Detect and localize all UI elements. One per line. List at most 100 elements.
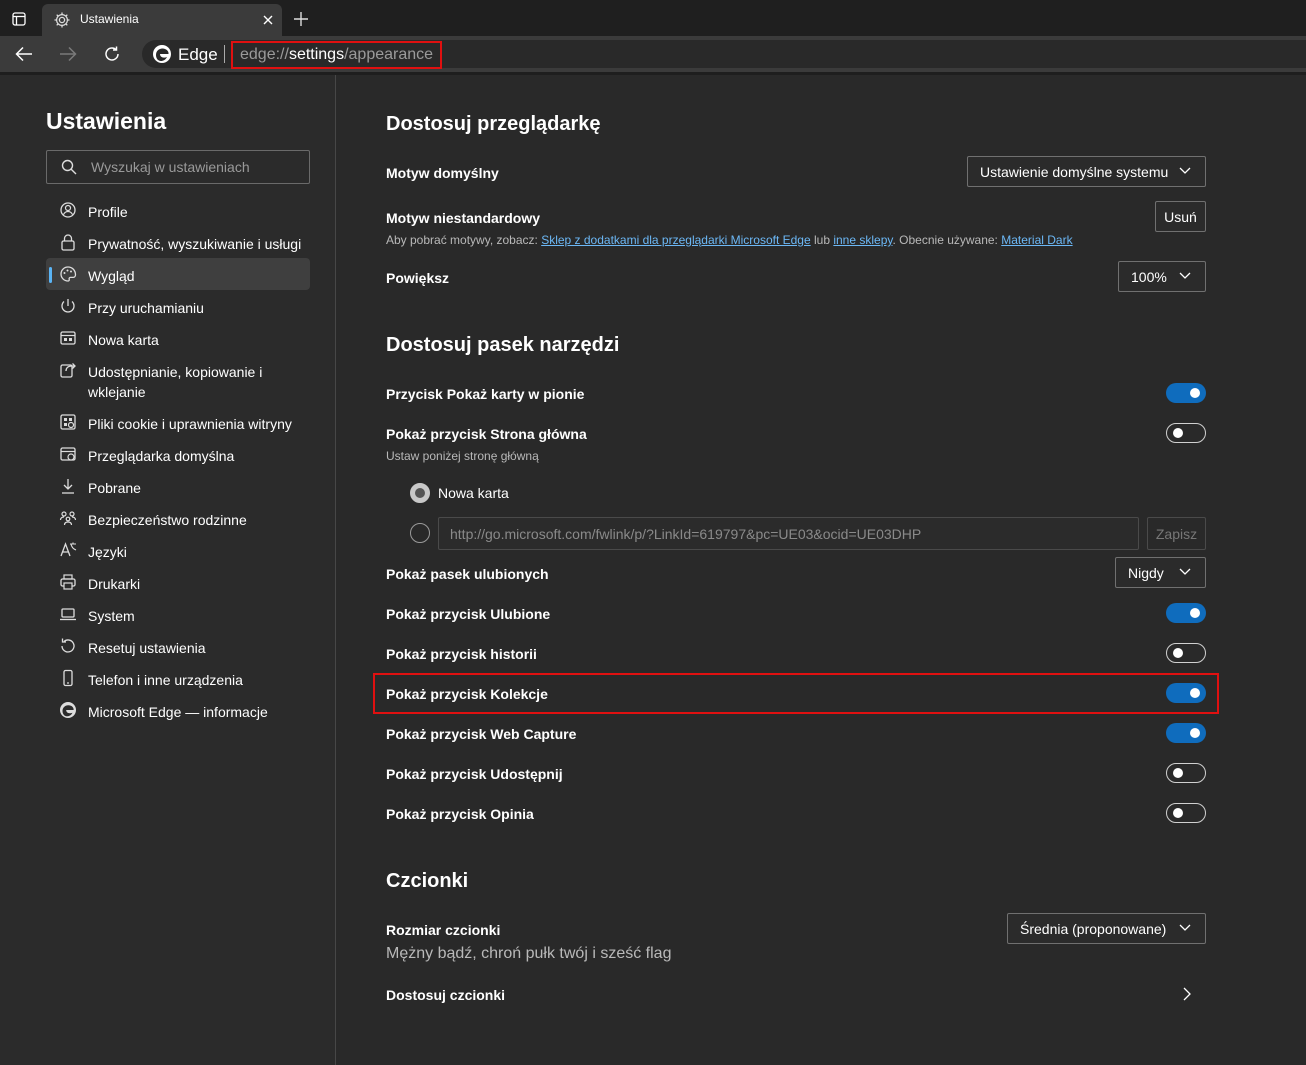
other-stores-link[interactable]: inne sklepy bbox=[833, 233, 892, 247]
sidebar-item-2[interactable]: Wygląd bbox=[46, 258, 310, 290]
url-text[interactable]: edge://settings/appearance bbox=[231, 41, 443, 69]
toggle-knob bbox=[1173, 428, 1183, 438]
sidebar-item-9[interactable]: Bezpieczeństwo rodzinne bbox=[46, 502, 310, 534]
feedback-button-toggle[interactable] bbox=[1166, 803, 1206, 823]
sidebar-item-label: Wygląd bbox=[88, 268, 135, 284]
sidebar-item-0[interactable]: Profile bbox=[46, 194, 310, 226]
web-capture-button-label: Pokaż przycisk Web Capture bbox=[386, 726, 577, 742]
back-button[interactable] bbox=[12, 42, 36, 66]
close-icon bbox=[263, 15, 273, 25]
current-theme-link[interactable]: Material Dark bbox=[1001, 233, 1072, 247]
close-tab-button[interactable] bbox=[258, 10, 278, 30]
new-tab-button[interactable] bbox=[290, 8, 312, 30]
sidebar-item-label: Bezpieczeństwo rodzinne bbox=[88, 512, 247, 528]
sidebar-item-label: Drukarki bbox=[88, 576, 141, 592]
fonts-heading: Czcionki bbox=[386, 870, 469, 892]
theme-value: Ustawienie domyślne systemu bbox=[980, 163, 1169, 180]
address-separator bbox=[224, 45, 225, 63]
sidebar-item-label: Przy uruchamianiu bbox=[88, 300, 204, 316]
search-icon bbox=[61, 159, 77, 175]
toggle-knob bbox=[1173, 808, 1183, 818]
sidebar-item-7[interactable]: Przeglądarka domyślna bbox=[46, 438, 310, 470]
sidebar-item-15[interactable]: Microsoft Edge — informacje bbox=[46, 694, 310, 726]
history-button-label: Pokaż przycisk historii bbox=[386, 646, 537, 662]
share-button-toggle[interactable] bbox=[1166, 763, 1206, 783]
sidebar-item-5[interactable]: Udostępnianie, kopiowanie i wklejanie bbox=[46, 354, 310, 400]
remove-theme-button[interactable]: Usuń bbox=[1155, 201, 1206, 232]
edge-logo-icon bbox=[153, 45, 171, 63]
sidebar-item-label: Nowa karta bbox=[88, 332, 159, 348]
addons-store-link[interactable]: Sklep z dodatkami dla przeglądarki Micro… bbox=[541, 233, 810, 247]
custom-url-radio[interactable] bbox=[410, 523, 430, 543]
theme-label: Motyw domyślny bbox=[386, 165, 499, 181]
power-icon bbox=[61, 299, 75, 313]
printer-icon bbox=[60, 574, 76, 590]
toggle-knob bbox=[1190, 728, 1200, 738]
toggle-knob bbox=[1190, 688, 1200, 698]
sidebar-item-3[interactable]: Przy uruchamianiu bbox=[46, 290, 310, 322]
zoom-value: 100% bbox=[1131, 268, 1167, 285]
toolbar-heading: Dostosuj pasek narzędzi bbox=[386, 334, 620, 356]
url-prefix: edge:// bbox=[240, 46, 289, 63]
edge-icon bbox=[60, 702, 76, 718]
sidebar-item-6[interactable]: Pliki cookie i uprawnienia witryny bbox=[46, 406, 310, 438]
cookie-icon bbox=[60, 414, 76, 430]
chevron-right-icon[interactable] bbox=[1182, 987, 1192, 1001]
history-button-toggle[interactable] bbox=[1166, 643, 1206, 663]
theme-dropdown[interactable]: Ustawienie domyślne systemu bbox=[967, 156, 1206, 187]
home-button-toggle[interactable] bbox=[1166, 423, 1206, 443]
custom-theme-text-3: . Obecnie używane: bbox=[892, 233, 1002, 247]
refresh-icon bbox=[105, 46, 119, 61]
family-icon bbox=[59, 511, 77, 526]
toggle-knob bbox=[1173, 648, 1183, 658]
reset-icon bbox=[61, 638, 75, 653]
forward-button[interactable] bbox=[56, 42, 80, 66]
appearance-heading: Dostosuj przeglądarkę bbox=[386, 113, 601, 135]
favorites-bar-dropdown[interactable]: Nigdy bbox=[1115, 557, 1206, 588]
tab-actions-icon bbox=[12, 12, 26, 26]
vertical-tabs-toggle[interactable] bbox=[1166, 383, 1206, 403]
customize-fonts-label[interactable]: Dostosuj czcionki bbox=[386, 987, 505, 1003]
home-url-input[interactable]: http://go.microsoft.com/fwlink/p/?LinkId… bbox=[438, 517, 1139, 550]
palette-icon bbox=[60, 266, 77, 282]
sidebar-item-10[interactable]: Języki bbox=[46, 534, 310, 566]
sidebar-item-label: Telefon i inne urządzenia bbox=[88, 672, 243, 688]
favorites-button-toggle[interactable] bbox=[1166, 603, 1206, 623]
new-tab-radio[interactable] bbox=[410, 483, 430, 503]
chevron-down-icon bbox=[1179, 924, 1191, 931]
home-button-label: Pokaż przycisk Strona główna bbox=[386, 426, 587, 442]
sidebar-item-12[interactable]: System bbox=[46, 598, 310, 630]
zoom-dropdown[interactable]: 100% bbox=[1118, 261, 1206, 292]
custom-theme-label: Motyw niestandardowy bbox=[386, 210, 541, 226]
tab-actions-button[interactable] bbox=[6, 7, 32, 31]
sidebar-item-label: System bbox=[88, 608, 135, 624]
sidebar-item-4[interactable]: Nowa karta bbox=[46, 322, 310, 354]
tab-settings[interactable]: Ustawienia bbox=[42, 4, 282, 36]
sidebar-item-label: Pliki cookie i uprawnienia witryny bbox=[88, 416, 292, 432]
sidebar-title: Ustawienia bbox=[46, 108, 167, 134]
download-icon bbox=[62, 479, 74, 494]
sidebar-item-label: Udostępnianie, kopiowanie i wklejanie bbox=[88, 364, 263, 400]
font-sample-text: Mężny bądź, chroń pułk twój i sześć flag bbox=[386, 945, 672, 962]
web-capture-button-toggle[interactable] bbox=[1166, 723, 1206, 743]
sidebar-item-8[interactable]: Pobrane bbox=[46, 470, 310, 502]
collections-button-label: Pokaż przycisk Kolekcje bbox=[386, 686, 548, 702]
sidebar-item-13[interactable]: Resetuj ustawienia bbox=[46, 630, 310, 662]
sidebar-item-14[interactable]: Telefon i inne urządzenia bbox=[46, 662, 310, 694]
search-box[interactable] bbox=[46, 150, 310, 184]
collections-button-toggle[interactable] bbox=[1166, 683, 1206, 703]
sidebar-item-label: Prywatność, wyszukiwanie i usługi bbox=[88, 236, 302, 252]
sidebar-item-label: Języki bbox=[88, 544, 127, 560]
share-icon bbox=[60, 363, 76, 378]
refresh-button[interactable] bbox=[100, 42, 124, 66]
zoom-label: Powiększ bbox=[386, 270, 450, 286]
font-size-dropdown[interactable]: Średnia (proponowane) bbox=[1007, 913, 1206, 944]
laptop-icon bbox=[60, 608, 76, 621]
sidebar-item-11[interactable]: Drukarki bbox=[46, 566, 310, 598]
save-button[interactable]: Zapisz bbox=[1147, 517, 1206, 550]
new-tab-radio-label: Nowa karta bbox=[438, 485, 509, 501]
search-input[interactable] bbox=[91, 157, 301, 177]
sidebar-item-label: Resetuj ustawienia bbox=[88, 640, 206, 656]
sidebar-item-1[interactable]: Prywatność, wyszukiwanie i usługi bbox=[46, 226, 310, 258]
sidebar-item-label: Pobrane bbox=[88, 480, 141, 496]
